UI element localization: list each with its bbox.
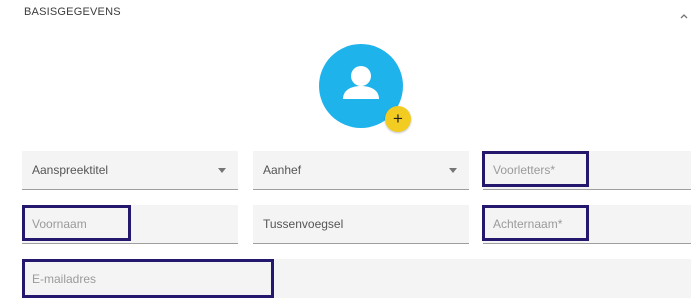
aanspreektitel-select[interactable]: Aanspreektitel bbox=[22, 151, 238, 190]
aanhef-select[interactable]: Aanhef bbox=[253, 151, 469, 190]
tussenvoegsel-label: Tussenvoegsel bbox=[263, 217, 344, 231]
achternaam-placeholder: Achternaam* bbox=[493, 217, 563, 231]
email-field[interactable]: E-mailadres bbox=[22, 259, 691, 298]
dropdown-arrow-icon bbox=[449, 168, 457, 173]
section-title: BASISGEGEVENS bbox=[24, 6, 121, 18]
chevron-up-icon[interactable] bbox=[679, 8, 689, 19]
aanhef-label: Aanhef bbox=[263, 163, 302, 177]
voornaam-field[interactable]: Voornaam bbox=[22, 205, 238, 244]
dropdown-arrow-icon bbox=[218, 168, 226, 173]
voorletters-placeholder: Voorletters* bbox=[493, 163, 556, 177]
tussenvoegsel-field[interactable]: Tussenvoegsel bbox=[253, 205, 469, 244]
email-placeholder: E-mailadres bbox=[32, 271, 97, 286]
achternaam-field[interactable]: Achternaam* bbox=[483, 205, 691, 244]
add-photo-button[interactable]: + bbox=[385, 106, 411, 132]
voorletters-field[interactable]: Voorletters* bbox=[483, 151, 691, 190]
plus-icon: + bbox=[393, 109, 403, 128]
aanspreektitel-label: Aanspreektitel bbox=[32, 163, 109, 177]
voornaam-placeholder: Voornaam bbox=[32, 217, 87, 231]
